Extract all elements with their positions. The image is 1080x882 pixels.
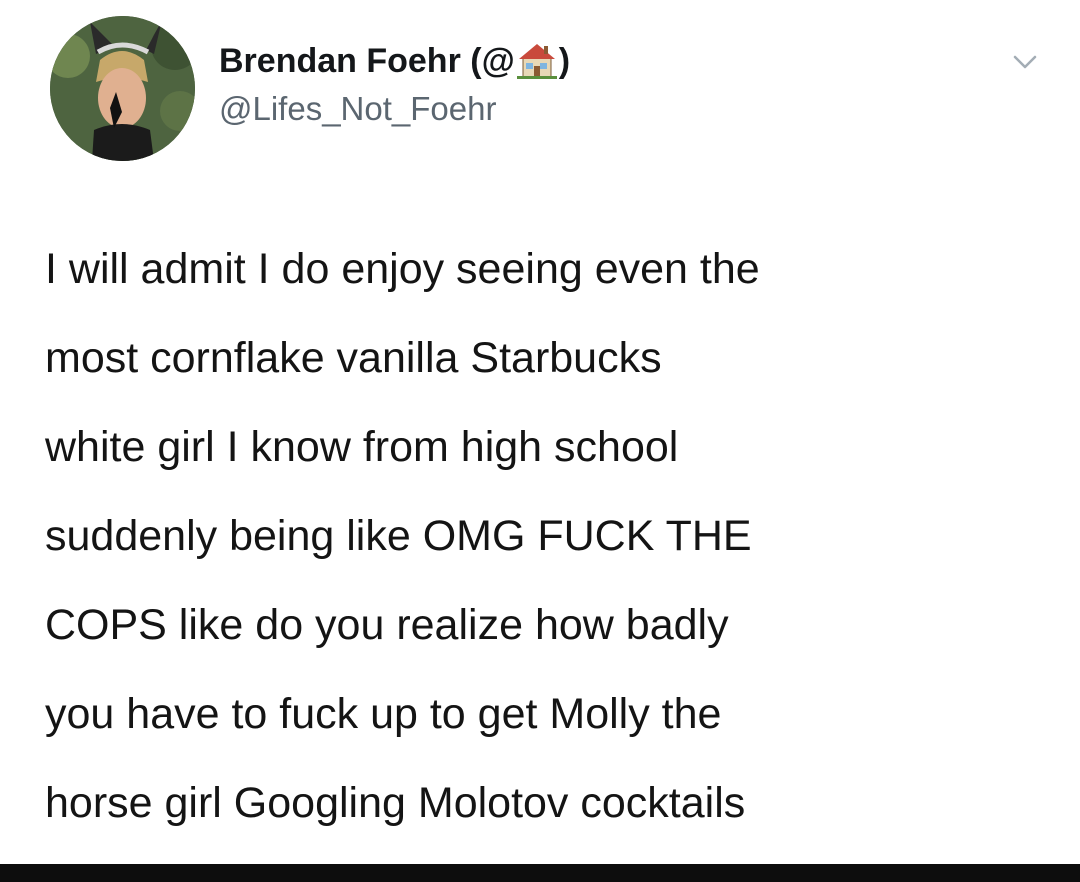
tweet-text-line: suddenly being like OMG FUCK THE — [45, 512, 752, 560]
user-handle[interactable]: @Lifes_Not_Foehr — [219, 90, 496, 128]
tweet-text-line: white girl I know from high school — [45, 423, 679, 471]
bottom-bar — [0, 864, 1080, 882]
avatar[interactable] — [50, 16, 195, 161]
house-icon — [516, 41, 557, 79]
tweet-text-line: COPS like do you realize how badly — [45, 601, 729, 649]
chevron-down-icon[interactable] — [1005, 50, 1045, 74]
display-name-suffix: ) — [558, 42, 571, 80]
tweet-text-line: horse girl Googling Molotov cocktails — [45, 779, 746, 827]
display-name[interactable]: Brendan Foehr (@ ) — [219, 42, 570, 81]
tweet-card: Brendan Foehr (@ ) @Lifes_Not_Foehr I wi… — [0, 0, 1080, 864]
tweet-text-line: I will admit I do enjoy seeing even the — [45, 245, 760, 293]
tweet-text: I will admit I do enjoy seeing even the … — [45, 225, 1055, 848]
tweet-text-line: most cornflake vanilla Starbucks — [45, 334, 662, 382]
tweet-text-line: you have to fuck up to get Molly the — [45, 690, 722, 738]
display-name-prefix: Brendan Foehr (@ — [219, 42, 515, 80]
